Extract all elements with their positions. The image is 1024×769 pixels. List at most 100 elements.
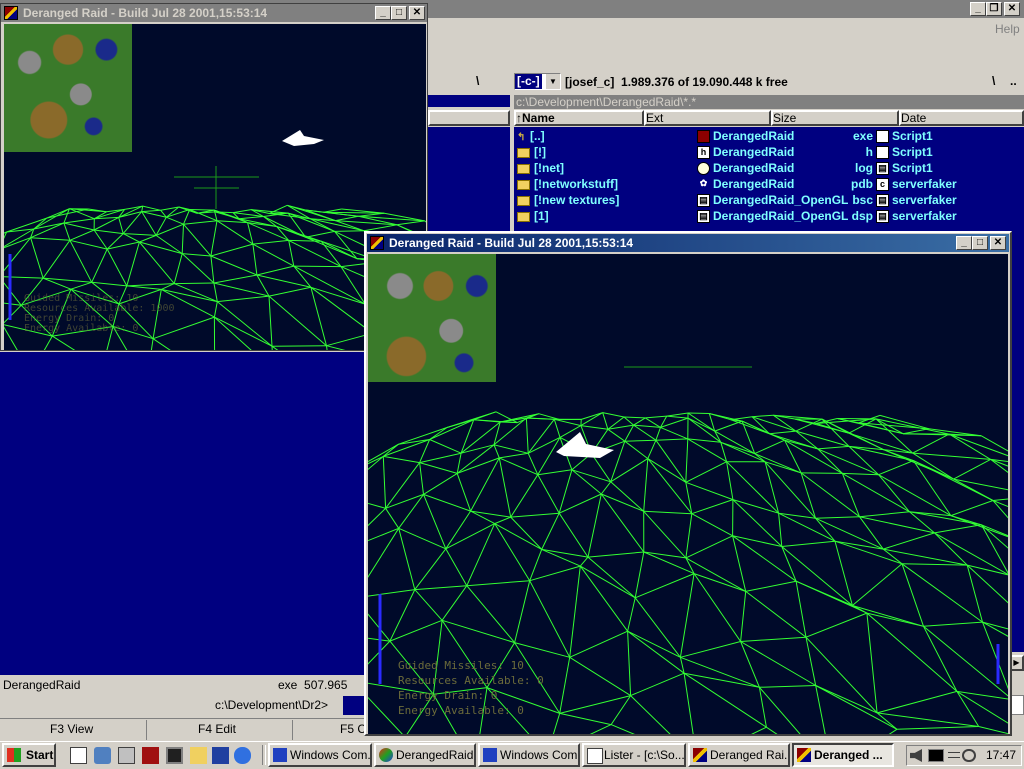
f3-view-button[interactable]: F3 View [50, 722, 93, 736]
list-item[interactable]: ▤Script1 [876, 160, 1024, 176]
terrain-edge [879, 461, 914, 475]
devstudio-icon [379, 748, 393, 762]
list-item[interactable]: [!networkstuff] [517, 176, 697, 192]
f5-copy-button[interactable]: F5 C [340, 722, 366, 736]
monitor-icon[interactable] [928, 749, 944, 762]
right-file-panel[interactable]: ↰[..] [!] [!net] [!networkstuff] [!new t… [514, 127, 1024, 232]
root-dir-button[interactable]: \ [992, 74, 995, 88]
left-root-button[interactable]: \ [476, 74, 479, 88]
restore-button[interactable]: ❐ [986, 2, 1002, 16]
taskbar-button[interactable]: DerangedRaid... [374, 743, 476, 767]
list-item[interactable]: Script1 [876, 128, 1024, 144]
terrain-edge [442, 586, 467, 621]
list-item[interactable]: ↰[..] [517, 128, 697, 144]
terrain-edge [324, 209, 342, 212]
list-item[interactable]: [!new textures] [517, 192, 697, 208]
list-item[interactable]: cserverfaker [876, 176, 1024, 192]
list-item[interactable]: ▤serverfaker [876, 192, 1024, 208]
list-item[interactable]: [1] [517, 208, 697, 224]
command-input[interactable] [343, 696, 366, 715]
file-icon [876, 130, 889, 143]
terrain-edge [624, 417, 634, 425]
minimize-button[interactable]: _ [956, 236, 972, 250]
save-icon[interactable] [212, 747, 229, 764]
list-item[interactable]: ▤DerangedRaid_OpenGLdsp [697, 208, 875, 224]
terrain-edge [233, 213, 263, 217]
list-item[interactable]: [!net] [517, 160, 697, 176]
terrain-edge [741, 642, 760, 688]
drive-selector[interactable]: [-c-] ▼ [514, 73, 561, 90]
terrain-edge [746, 591, 806, 637]
game-window-front-titlebar[interactable]: Deranged Raid - Build Jul 28 2001,15:53:… [367, 234, 1009, 252]
parent-dir-button[interactable]: .. [1010, 74, 1017, 88]
list-item[interactable]: Script1 [876, 144, 1024, 160]
taskbar-button[interactable]: Deranged Rai... [688, 743, 790, 767]
close-button[interactable]: ✕ [409, 6, 425, 20]
list-item[interactable]: DerangedRaidexe [697, 128, 875, 144]
terrain-edge [446, 524, 495, 549]
list-item[interactable]: ✿DerangedRaidpdb [697, 176, 875, 192]
terrain-edge [601, 482, 610, 494]
minimize-button[interactable]: _ [970, 2, 986, 16]
terrain-edge [257, 266, 294, 275]
network-tray-icon[interactable] [948, 752, 960, 758]
terrain-edge [494, 445, 499, 458]
taskbar-button[interactable]: Lister - [c:\So... [582, 743, 686, 767]
left-file-panel[interactable] [428, 127, 510, 232]
file-column-1: ↰[..] [!] [!net] [!networkstuff] [!new t… [517, 127, 697, 232]
start-button[interactable]: Start [2, 743, 56, 767]
game-viewport[interactable]: Guided Missiles: 10 Resources Available:… [368, 254, 1008, 734]
column-ext[interactable]: Ext [644, 110, 771, 126]
right-panel-path[interactable]: c:\Development\DerangedRaid\*.* [514, 95, 1024, 109]
explorer-icon[interactable] [118, 747, 135, 764]
minimize-button[interactable]: _ [375, 6, 391, 20]
taskbar-button[interactable]: Windows Com... [478, 743, 580, 767]
game-viewport[interactable]: Guided Missiles: 10 Resources Available:… [4, 24, 426, 350]
column-size[interactable]: Size [771, 110, 899, 126]
network-icon[interactable] [94, 747, 111, 764]
hud-energy-drain: Energy Drain: 0 [398, 688, 544, 703]
column-date[interactable]: Date [899, 110, 1024, 126]
terrain-edge [257, 275, 269, 296]
list-item[interactable]: ▤DerangedRaid_OpenGLbsc [697, 192, 875, 208]
taskbar-button[interactable]: Deranged ... [792, 743, 894, 767]
magnifier-icon[interactable] [962, 749, 976, 762]
terrain-edge [143, 206, 161, 210]
maximize-button[interactable]: □ [972, 236, 988, 250]
terrain-edge [166, 217, 183, 224]
terminal-icon[interactable] [142, 747, 159, 764]
app-icon [693, 748, 707, 762]
list-item[interactable]: hDerangedRaidh [697, 144, 875, 160]
list-item[interactable]: ▤serverfaker [876, 208, 1024, 224]
terrain-edge [770, 431, 796, 434]
terrain-edge [867, 613, 877, 713]
close-button[interactable]: ✕ [1004, 2, 1020, 16]
terrain-edge [253, 244, 294, 266]
list-item[interactable]: DerangedRaidlog [697, 160, 875, 176]
taskbar-button[interactable]: Windows Com... [268, 743, 372, 767]
f4-edit-button[interactable]: F4 Edit [198, 722, 236, 736]
left-panel-column-header[interactable] [428, 110, 510, 126]
close-button[interactable]: ✕ [990, 236, 1006, 250]
internet-explorer-icon[interactable] [234, 747, 251, 764]
status-bar: DerangedRaid exe 507.965 [0, 676, 366, 694]
show-desktop-icon[interactable] [70, 747, 87, 764]
terrain-edge [92, 282, 127, 286]
terrain-edge [635, 574, 694, 598]
left-panel-lower[interactable] [0, 352, 366, 675]
media-icon[interactable] [166, 747, 183, 764]
commander-icon [483, 748, 497, 762]
terrain-edge [580, 557, 588, 566]
terrain-edge [755, 440, 785, 453]
clock[interactable]: 17:47 [986, 748, 1016, 762]
help-menu[interactable]: Help [995, 22, 1020, 36]
maximize-button[interactable]: □ [391, 6, 407, 20]
chevron-down-icon[interactable]: ▼ [546, 74, 560, 89]
column-name[interactable]: ↑Name [514, 110, 644, 126]
game-window-front[interactable]: Deranged Raid - Build Jul 28 2001,15:53:… [364, 231, 1012, 736]
game-window-back-titlebar[interactable]: Deranged Raid - Build Jul 28 2001,15:53:… [1, 4, 427, 22]
folder-quick-icon[interactable] [190, 747, 207, 764]
list-item[interactable]: [!] [517, 144, 697, 160]
terrain-edge [759, 686, 815, 688]
terrain-edge [383, 444, 398, 456]
